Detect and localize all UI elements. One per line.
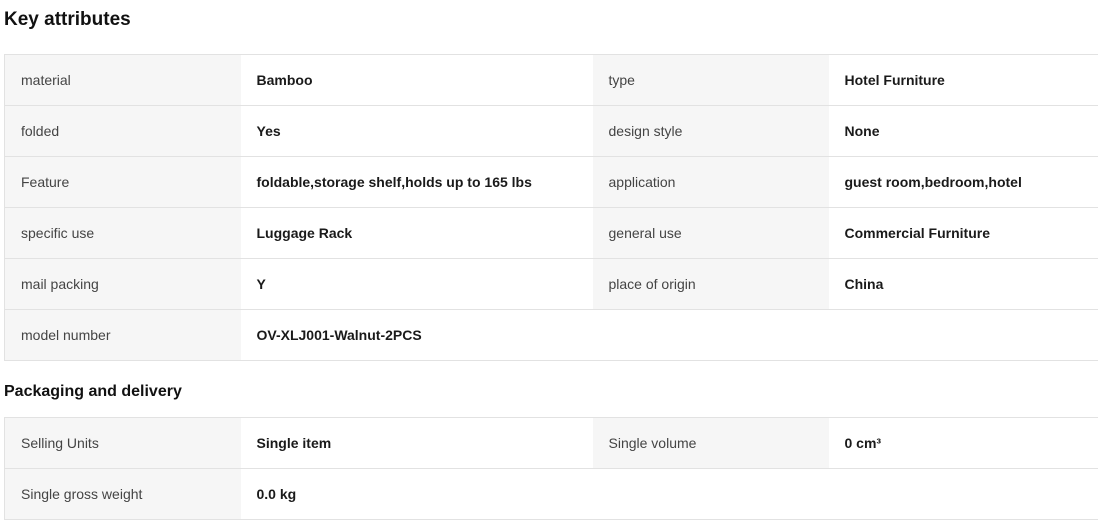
- attribute-value: Bamboo: [240, 54, 593, 106]
- table-row: Single gross weight 0.0 kg: [4, 468, 1098, 520]
- attribute-value: Yes: [240, 105, 593, 157]
- attribute-label: Single volume: [592, 417, 829, 469]
- attribute-label: model number: [4, 309, 241, 361]
- attribute-label: design style: [592, 105, 829, 157]
- attribute-value: guest room,bedroom,hotel: [828, 156, 1098, 208]
- attribute-value: Hotel Furniture: [828, 54, 1098, 106]
- attribute-label: material: [4, 54, 241, 106]
- attribute-value: Commercial Furniture: [828, 207, 1098, 259]
- packaging-title: Packaging and delivery: [4, 383, 182, 400]
- attribute-label: place of origin: [592, 258, 829, 310]
- attribute-label: Feature: [4, 156, 241, 208]
- attribute-label: specific use: [4, 207, 241, 259]
- attribute-value: China: [828, 258, 1098, 310]
- attribute-value: 0.0 kg: [240, 468, 593, 520]
- attribute-value: None: [828, 105, 1098, 157]
- table-row: material Bamboo type Hotel Furniture: [4, 54, 1098, 106]
- attribute-label: Single gross weight: [4, 468, 241, 520]
- empty-cell: [592, 309, 1098, 361]
- table-row: mail packing Y place of origin China: [4, 258, 1098, 310]
- attribute-value: Y: [240, 258, 593, 310]
- empty-cell: [592, 468, 1098, 520]
- attribute-label: application: [592, 156, 829, 208]
- table-row: Selling Units Single item Single volume …: [4, 417, 1098, 469]
- attribute-label: type: [592, 54, 829, 106]
- attribute-label: general use: [592, 207, 829, 259]
- attribute-value: foldable,storage shelf,holds up to 165 l…: [240, 156, 593, 208]
- table-row: folded Yes design style None: [4, 105, 1098, 157]
- packaging-table: Selling Units Single item Single volume …: [4, 417, 1098, 520]
- attribute-label: mail packing: [4, 258, 241, 310]
- attribute-label: Selling Units: [4, 417, 241, 469]
- key-attributes-table: material Bamboo type Hotel Furniture fol…: [4, 54, 1098, 361]
- table-row: model number OV-XLJ001-Walnut-2PCS: [4, 309, 1098, 361]
- product-attributes-page: Key attributes material Bamboo type Hote…: [0, 0, 1098, 523]
- table-row: Feature foldable,storage shelf,holds up …: [4, 156, 1098, 208]
- key-attributes-title: Key attributes: [4, 9, 131, 30]
- table-row: specific use Luggage Rack general use Co…: [4, 207, 1098, 259]
- attribute-value: OV-XLJ001-Walnut-2PCS: [240, 309, 593, 361]
- attribute-value: 0 cm³: [828, 417, 1098, 469]
- attribute-value: Luggage Rack: [240, 207, 593, 259]
- attribute-label: folded: [4, 105, 241, 157]
- attribute-value: Single item: [240, 417, 593, 469]
